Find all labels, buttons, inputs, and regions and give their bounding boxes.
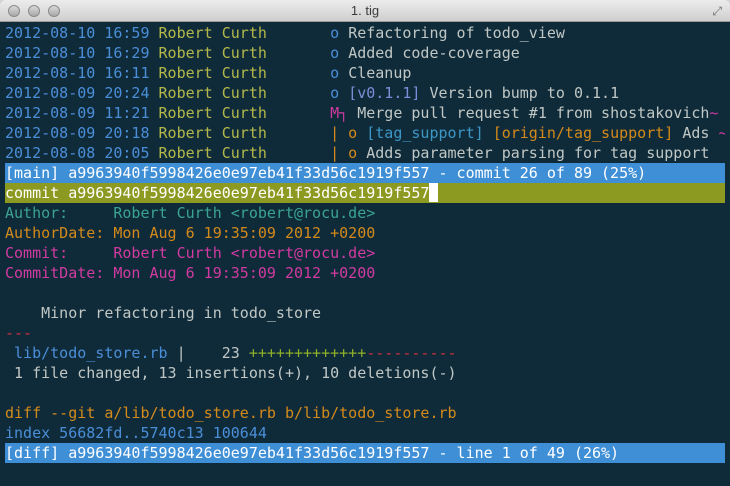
log-row[interactable]: 2012-08-09 11:21 Robert Curth M┐ Merge p… xyxy=(5,103,725,123)
author-line: Author: Robert Curth <robert@rocu.de> xyxy=(5,204,376,222)
fullscreen-icon[interactable]: ⤢ xyxy=(712,4,722,19)
log-row[interactable]: 2012-08-08 20:05 Robert Curth | o Adds p… xyxy=(5,143,725,163)
tig-view[interactable]: 2012-08-10 16:59 Robert Curth o Refactor… xyxy=(5,23,725,463)
diffstat-summary: 1 file changed, 13 insertions(+), 10 del… xyxy=(14,364,457,382)
commit-hash-line[interactable]: commit a9963940f5998426e0e97eb41f33d56c1… xyxy=(5,183,725,203)
log-row[interactable]: 2012-08-09 20:24 Robert Curth o [v0.1.1]… xyxy=(5,83,725,103)
window-title: 1. tig xyxy=(350,3,380,18)
log-row[interactable]: 2012-08-10 16:11 Robert Curth o Cleanup xyxy=(5,63,725,83)
log-row[interactable]: 2012-08-09 20:18 Robert Curth | o [tag_s… xyxy=(5,123,725,143)
log-row[interactable]: 2012-08-10 16:29 Robert Curth o Added co… xyxy=(5,43,725,63)
main-view-status-bar: [main] a9963940f5998426e0e97eb41f33d56c1… xyxy=(5,163,725,183)
diff-index-line: index 56682fd..5740c13 100644 xyxy=(5,424,267,442)
diff-git-header[interactable]: diff --git a/lib/todo_store.rb b/lib/tod… xyxy=(5,403,725,423)
terminal-window: 1. tig ⤢ 2012-08-10 16:59 Robert Curth o… xyxy=(0,0,730,486)
title-bar: 1. tig ⤢ xyxy=(0,0,730,22)
commit-message: Minor refactoring in todo_store xyxy=(41,304,322,322)
authordate-line: AuthorDate: Mon Aug 6 19:35:09 2012 +020… xyxy=(5,224,376,242)
commitdate-line: CommitDate: Mon Aug 6 19:35:09 2012 +020… xyxy=(5,264,376,282)
committer-line: Commit: Robert Curth <robert@rocu.de> xyxy=(5,244,376,262)
diffstat-line[interactable]: lib/todo_store.rb | 23 +++++++++++++----… xyxy=(5,343,725,363)
log-row[interactable]: 2012-08-10 16:59 Robert Curth o Refactor… xyxy=(5,23,725,43)
diff-view-status-bar: [diff] a9963940f5998426e0e97eb41f33d56c1… xyxy=(5,443,725,463)
cursor-icon xyxy=(429,183,439,202)
stat-separator: --- xyxy=(5,324,33,342)
